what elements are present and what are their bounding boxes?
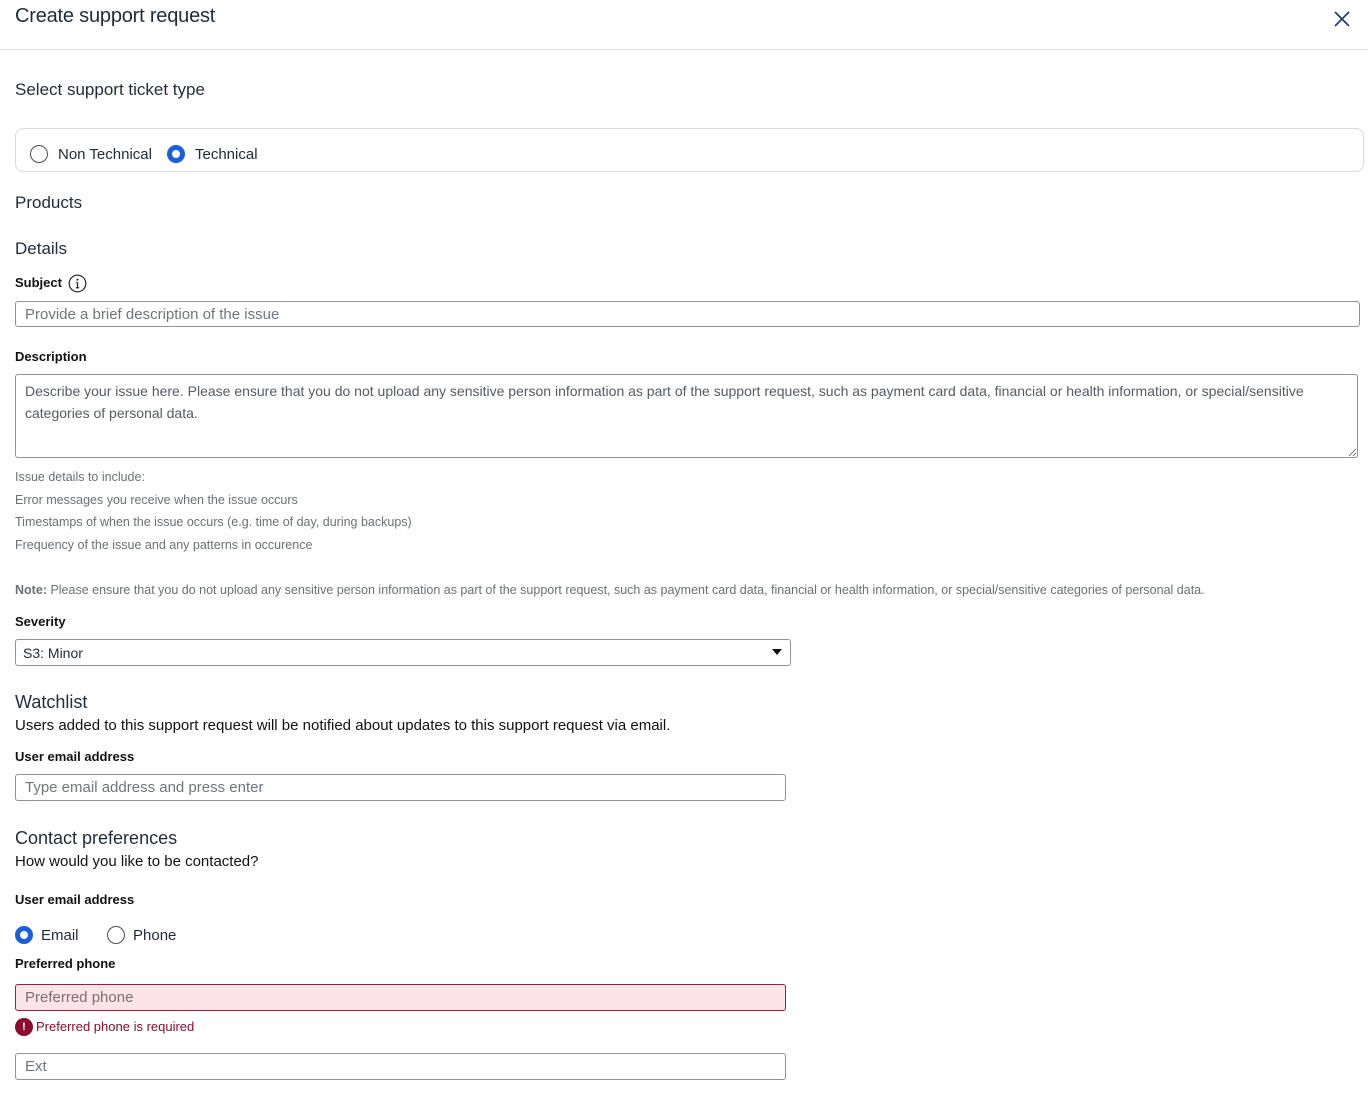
watchlist-description: Users added to this support request will…: [15, 717, 671, 734]
radio-selected-icon: [167, 145, 185, 163]
close-icon: [1334, 11, 1350, 27]
products-title: Products: [15, 193, 83, 212]
severity-select[interactable]: S3: Minor: [15, 639, 791, 666]
note-text: Please ensure that you do not upload any…: [50, 583, 1205, 597]
radio-email[interactable]: [15, 926, 33, 949]
contact-email-label: User email address: [15, 892, 135, 907]
preferred-phone-error: Preferred phone is required: [36, 1019, 195, 1034]
description-textarea[interactable]: [15, 374, 1358, 458]
ticket-type-title: Select support ticket type: [15, 80, 205, 99]
severity-value: S3: Minor: [23, 645, 83, 661]
radio-technical[interactable]: [167, 145, 185, 168]
preferred-phone-label: Preferred phone: [15, 956, 116, 971]
radio-non-technical-label[interactable]: Non Technical: [58, 146, 152, 163]
radio-selected-icon: [15, 926, 33, 944]
privacy-note: Note: Please ensure that you do not uplo…: [15, 583, 1205, 597]
caret-down-icon: [772, 649, 782, 655]
watchlist-title: Watchlist: [15, 692, 88, 712]
hint-line: Frequency of the issue and any patterns …: [15, 538, 313, 552]
info-icon: [68, 274, 87, 293]
description-label: Description: [15, 349, 87, 364]
radio-technical-label[interactable]: Technical: [195, 146, 258, 163]
contact-title: Contact preferences: [15, 828, 178, 848]
phone-ext-input[interactable]: [15, 1053, 786, 1080]
error-icon: !: [15, 1018, 33, 1036]
preferred-phone-input[interactable]: [15, 984, 786, 1011]
subject-info-button[interactable]: [68, 274, 87, 298]
dialog-title: Create support request: [15, 5, 216, 27]
header-divider: [0, 49, 1368, 50]
watchlist-email-label: User email address: [15, 749, 135, 764]
radio-unselected-icon: [107, 926, 125, 944]
hint-line: Issue details to include:: [15, 470, 145, 484]
subject-label: Subject: [15, 275, 62, 290]
watchlist-email-input[interactable]: [15, 774, 786, 801]
details-title: Details: [15, 239, 67, 258]
radio-non-technical[interactable]: [30, 145, 48, 168]
radio-unselected-icon: [30, 145, 48, 163]
radio-phone-label[interactable]: Phone: [133, 927, 176, 944]
close-button[interactable]: [1330, 7, 1354, 31]
radio-email-label[interactable]: Email: [41, 927, 79, 944]
note-label: Note:: [15, 583, 47, 597]
severity-label: Severity: [15, 614, 66, 629]
contact-question: How would you like to be contacted?: [15, 853, 259, 870]
radio-phone[interactable]: [107, 926, 125, 949]
hint-line: Error messages you receive when the issu…: [15, 493, 298, 507]
subject-input[interactable]: [15, 301, 1360, 327]
hint-line: Timestamps of when the issue occurs (e.g…: [15, 515, 412, 529]
